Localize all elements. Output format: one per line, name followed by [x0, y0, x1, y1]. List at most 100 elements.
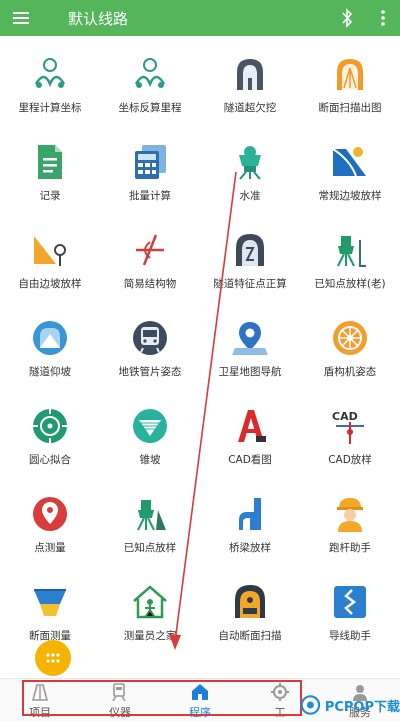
grid-item-label: 点测量 [34, 542, 66, 554]
circle-fit-icon [33, 409, 67, 443]
grid-item-label: 已知点放样(老) [314, 278, 386, 290]
watermark-logo-icon [300, 695, 321, 715]
grid-item-known-point-old[interactable]: 已知点放样(老) [300, 216, 400, 304]
tools-icon [271, 683, 289, 701]
grid-item-label: 地铁管片姿态 [118, 366, 182, 378]
grid-item-label: 导线助手 [329, 630, 371, 642]
grid-item-free-slope[interactable]: 自由边坡放样 [0, 216, 100, 304]
grid-item-label: 盾构机姿态 [323, 366, 377, 378]
tunnel-overbreak-icon [237, 59, 263, 90]
program-icon [192, 684, 208, 700]
more-vert-icon[interactable] [380, 9, 386, 27]
grid-item-tunnel-slope[interactable]: 隧道仰坡 [0, 304, 100, 392]
grid-item-rod-assistant[interactable]: 跑杆助手 [300, 480, 400, 568]
function-grid: 里程计算坐标 坐标反算里程 隧道超欠挖 断面扫描出图 记录 批量计算 水准 常规… [0, 40, 400, 656]
cad-stakeout-icon: CAD [332, 410, 364, 444]
grid-item-label: 水准 [239, 190, 261, 202]
grid-item-batch-calc[interactable]: 批量计算 [100, 128, 200, 216]
grid-item-simple-structure[interactable]: 简易结构物 [100, 216, 200, 304]
tab-instrument[interactable]: 仪器 [85, 679, 155, 721]
grid-item-label: 已知点放样 [123, 542, 177, 554]
grid-item-label: 隧道仰坡 [29, 366, 71, 378]
grid-item-tunnel-feature[interactable]: 隧道特征点正算 [200, 216, 300, 304]
grid-item-label: 里程计算坐标 [18, 102, 82, 114]
grid-item-label: 自由边坡放样 [18, 278, 82, 290]
grid-item-slope-stakeout[interactable]: 常规边坡放样 [300, 128, 400, 216]
grid-item-label: 跑杆助手 [329, 542, 371, 554]
grid-item-point-measure[interactable]: 点测量 [0, 480, 100, 568]
auto-section-scan-icon [235, 585, 265, 618]
svg-text:CAD: CAD [332, 410, 358, 423]
section-measure-icon [34, 589, 66, 616]
grid-item-label: 简易结构物 [123, 278, 177, 290]
coords-to-mileage-icon [134, 58, 166, 88]
free-slope-icon [34, 236, 66, 266]
tab-project[interactable]: 项目 [5, 679, 75, 721]
grid-item-label: 断面扫描出图 [318, 102, 382, 114]
grid-item-label: CAD看图 [228, 454, 272, 466]
grid-item-label: 隧道特征点正算 [213, 278, 287, 290]
watermark-text: PCPOP下载 [324, 699, 400, 715]
app-bar: 默认线路 [0, 0, 400, 36]
grid-item-metro-segment[interactable]: 地铁管片姿态 [100, 304, 200, 392]
apps-grid-icon [46, 653, 60, 663]
grid-item-circle-fit[interactable]: 圆心拟合 [0, 392, 100, 480]
page-title: 默认线路 [68, 10, 129, 28]
cad-viewer-icon [238, 410, 266, 442]
known-point-icon [137, 500, 166, 531]
grid-item-record[interactable]: 记录 [0, 128, 100, 216]
tab-label: 仪器 [109, 706, 131, 719]
grid-item-section-scan[interactable]: 断面扫描出图 [300, 40, 400, 128]
tab-label: 程序 [189, 706, 211, 719]
metro-segment-icon [133, 321, 167, 355]
slope-stakeout-icon [332, 147, 366, 177]
menu-icon[interactable] [12, 9, 30, 27]
traverse-assistant-icon [334, 586, 366, 618]
grid-item-leveling[interactable]: 水准 [200, 128, 300, 216]
grid-item-coords-to-mileage[interactable]: 坐标反算里程 [100, 40, 200, 128]
tab-program[interactable]: 程序 [165, 679, 235, 721]
grid-item-label: 桥梁放样 [229, 542, 271, 554]
grid-item-satellite-nav[interactable]: 卫星地图导航 [200, 304, 300, 392]
simple-structure-icon [136, 234, 164, 266]
grid-item-shield-machine[interactable]: 盾构机姿态 [300, 304, 400, 392]
grid-item-label: 常规边坡放样 [318, 190, 382, 202]
grid-item-auto-section-scan[interactable]: 自动断面扫描 [200, 568, 300, 656]
mileage-to-coords-icon [34, 58, 66, 88]
grid-item-label: 批量计算 [129, 190, 171, 202]
grid-item-bridge-stakeout[interactable]: 桥梁放样 [200, 480, 300, 568]
grid-item-label: 圆心拟合 [29, 454, 71, 466]
point-measure-icon [33, 497, 67, 531]
leveling-icon [239, 146, 261, 180]
batch-calc-icon [135, 145, 166, 179]
instrument-icon [112, 683, 126, 702]
grid-item-label: 自动断面扫描 [218, 630, 282, 642]
tunnel-feature-icon [236, 234, 264, 266]
apps-fab-button[interactable] [35, 640, 71, 676]
grid-item-mileage-to-coords[interactable]: 里程计算坐标 [0, 40, 100, 128]
tunnel-slope-icon [33, 321, 67, 355]
satellite-nav-icon [232, 322, 268, 355]
rod-assistant-icon [337, 498, 363, 532]
grid-item-label: CAD放样 [328, 454, 372, 466]
watermark: PCPOP下载 [300, 690, 400, 720]
project-icon [31, 684, 49, 701]
grid-item-label: 坐标反算里程 [118, 102, 182, 114]
section-scan-icon [337, 59, 363, 90]
grid-item-surveyor-home[interactable]: 测量员之家 [100, 568, 200, 656]
bridge-stakeout-icon [239, 498, 261, 530]
grid-item-cone-slope[interactable]: 锥坡 [100, 392, 200, 480]
grid-item-label: 记录 [39, 190, 61, 202]
grid-item-cad-viewer[interactable]: CAD看图 [200, 392, 300, 480]
grid-item-traverse-assistant[interactable]: 导线助手 [300, 568, 400, 656]
grid-item-label: 锥坡 [139, 454, 161, 466]
bluetooth-icon[interactable] [340, 8, 354, 28]
grid-item-cad-stakeout[interactable]: CAD CAD放样 [300, 392, 400, 480]
known-point-old-icon [337, 236, 366, 267]
grid-item-label: 测量员之家 [123, 630, 177, 642]
shield-machine-icon [333, 321, 367, 355]
cone-slope-icon [133, 409, 167, 443]
grid-item-known-point[interactable]: 已知点放样 [100, 480, 200, 568]
grid-item-tunnel-overbreak[interactable]: 隧道超欠挖 [200, 40, 300, 128]
grid-item-label: 卫星地图导航 [218, 366, 282, 378]
